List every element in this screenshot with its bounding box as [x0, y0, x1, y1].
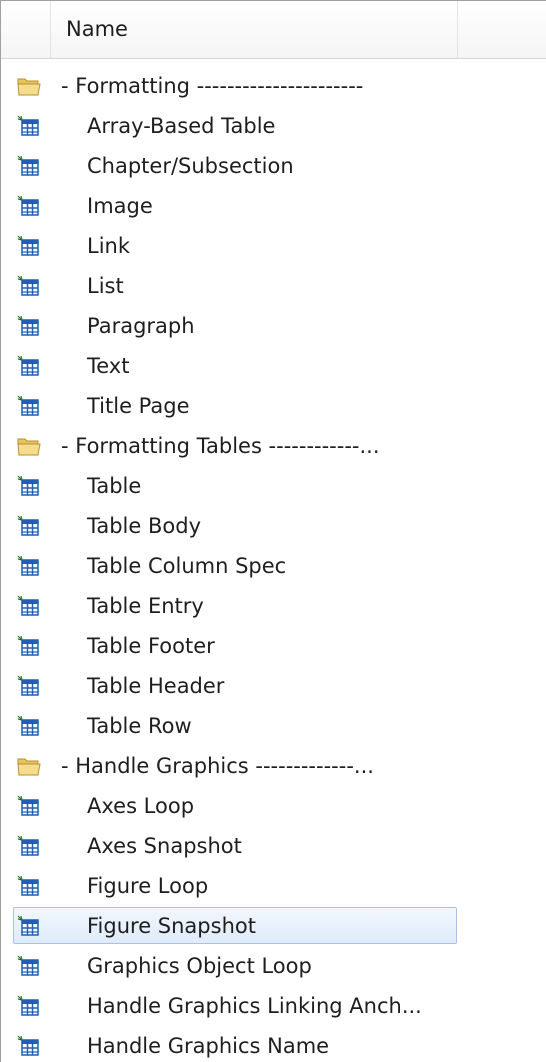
list-item[interactable]: Graphics Object Loop — [1, 947, 546, 987]
table-component-icon — [17, 115, 41, 137]
table-component-icon — [17, 315, 41, 337]
icon-column-header[interactable] — [1, 1, 51, 58]
list-item[interactable]: Chapter/Subsection — [1, 147, 546, 187]
table-component-icon — [17, 715, 41, 737]
list-item-label: Figure Snapshot — [87, 914, 256, 938]
list-item[interactable]: Handle Graphics Name — [1, 1027, 546, 1062]
table-component-icon — [17, 915, 41, 937]
table-component-icon — [17, 355, 41, 377]
list-item-label: Handle Graphics Linking Anch... — [87, 994, 422, 1018]
folder-icon — [17, 435, 41, 457]
table-component-icon — [17, 195, 41, 217]
list-item-label: Link — [87, 234, 131, 258]
table-component-icon — [17, 395, 41, 417]
table-component-icon — [17, 475, 41, 497]
list-item[interactable]: Table Footer — [1, 627, 546, 667]
list-item-label: Handle Graphics Name — [87, 1034, 330, 1058]
table-component-icon — [17, 555, 41, 577]
list-item-label: Table Column Spec — [87, 554, 287, 578]
table-component-icon — [17, 275, 41, 297]
list-item-label: Graphics Object Loop — [87, 954, 312, 978]
list-item[interactable]: Table Entry — [1, 587, 546, 627]
list-item[interactable]: List — [1, 267, 546, 307]
list-item-label: Figure Loop — [87, 874, 209, 898]
list-item[interactable]: Axes Snapshot — [1, 827, 546, 867]
table-component-icon — [17, 795, 41, 817]
list-item-label: List — [87, 274, 124, 298]
list-item-label: Table Header — [87, 674, 225, 698]
list-item-label: Table Body — [87, 514, 201, 538]
name-column-header-label: Name — [66, 17, 128, 41]
folder-label: - Formatting ---------------------- — [61, 74, 364, 98]
table-component-icon — [17, 1035, 41, 1057]
folder-row[interactable]: - Handle Graphics -------------... — [1, 747, 546, 787]
table-component-icon — [17, 635, 41, 657]
list-item[interactable]: Table Row — [1, 707, 546, 747]
list-item-label: Title Page — [87, 394, 190, 418]
table-component-icon — [17, 835, 41, 857]
table-component-icon — [17, 515, 41, 537]
table-component-icon — [17, 235, 41, 257]
list-item[interactable]: Table — [1, 467, 546, 507]
table-component-icon — [17, 995, 41, 1017]
list-item-label: Paragraph — [87, 314, 195, 338]
table-component-icon — [17, 155, 41, 177]
table-component-icon — [17, 595, 41, 617]
table-component-icon — [17, 675, 41, 697]
list-item-label: Axes Loop — [87, 794, 195, 818]
folder-icon — [17, 755, 41, 777]
list-item[interactable]: Array-Based Table — [1, 107, 546, 147]
list-item-label: Table — [87, 474, 142, 498]
list-item[interactable]: Image — [1, 187, 546, 227]
list-item[interactable]: Title Page — [1, 387, 546, 427]
folder-label: - Formatting Tables ------------... — [61, 434, 380, 458]
list-item-label: Array-Based Table — [87, 114, 276, 138]
table-component-icon — [17, 875, 41, 897]
name-column-header[interactable]: Name — [51, 1, 458, 58]
folder-row[interactable]: - Formatting ---------------------- — [1, 67, 546, 107]
list-item[interactable]: Figure Loop — [1, 867, 546, 907]
list-item-label: Axes Snapshot — [87, 834, 242, 858]
list-item[interactable]: Axes Loop — [1, 787, 546, 827]
folder-icon — [17, 75, 41, 97]
list-item-label: Table Footer — [87, 634, 215, 658]
list-item-label: Table Row — [87, 714, 192, 738]
list-item[interactable]: Table Header — [1, 667, 546, 707]
table-component-icon — [17, 955, 41, 977]
list-item[interactable]: Handle Graphics Linking Anch... — [1, 987, 546, 1027]
list-item-label: Text — [87, 354, 130, 378]
list-item[interactable]: Figure Snapshot — [1, 907, 546, 947]
list-item-label: Image — [87, 194, 153, 218]
list-item[interactable]: Paragraph — [1, 307, 546, 347]
list-item[interactable]: Table Body — [1, 507, 546, 547]
folder-row[interactable]: - Formatting Tables ------------... — [1, 427, 546, 467]
extra-column-header[interactable] — [458, 1, 546, 58]
list-item[interactable]: Table Column Spec — [1, 547, 546, 587]
list-item[interactable]: Link — [1, 227, 546, 267]
list-item-label: Table Entry — [87, 594, 204, 618]
list-rows: - Formatting ---------------------- Array… — [1, 67, 546, 1062]
component-list-view[interactable]: Name - Formatting ----------------------… — [0, 0, 546, 1062]
list-header: Name — [1, 1, 546, 59]
list-item[interactable]: Text — [1, 347, 546, 387]
list-item-label: Chapter/Subsection — [87, 154, 294, 178]
folder-label: - Handle Graphics -------------... — [61, 754, 374, 778]
